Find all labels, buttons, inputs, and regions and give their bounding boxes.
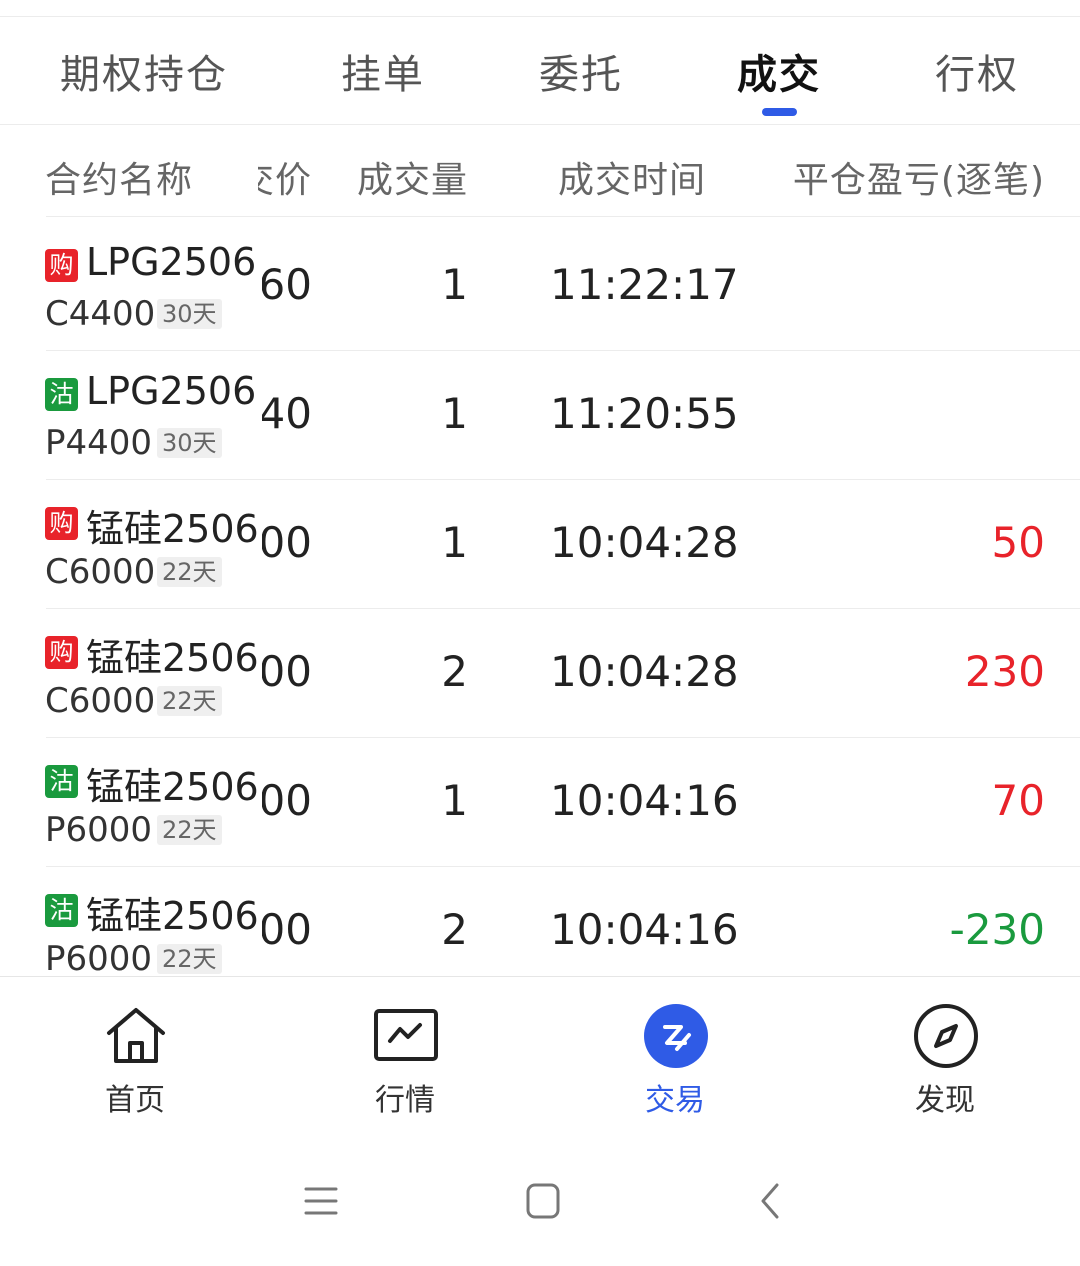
days-badge: 22天 [157,686,222,716]
home-icon [107,1008,165,1063]
put-badge: 沽 [45,894,78,927]
trade-price: 60 [262,260,312,309]
col-time[interactable]: 成交时间 [558,151,706,203]
nav-market[interactable]: 行情 [305,977,505,1137]
table-row[interactable]: 购 锰硅2506 C6000 22天 00 2 10:04:28 230 [0,609,1080,738]
tab-pending[interactable]: 挂单 [341,42,425,100]
trade-time: 10:04:16 [550,776,739,825]
col-price-clip: 成交价 [258,151,312,199]
nav-trade[interactable]: 交易 [575,977,775,1137]
close-pnl: 50 [991,518,1045,567]
close-pnl: 230 [964,647,1045,696]
price-clip: 00 [262,647,312,699]
put-badge: 沽 [45,765,78,798]
trade-qty: 1 [441,518,468,567]
days-badge: 30天 [157,428,222,458]
contract-name: LPG2506 [86,240,257,284]
trade-time: 10:04:28 [550,647,739,696]
nav-label: 行情 [375,1083,435,1118]
strike: C4400 [45,294,156,334]
price-clip: 00 [262,518,312,570]
strike: C6000 [45,552,156,592]
contract-name: 锰硅2506 [86,765,259,809]
strike: P6000 [45,939,153,976]
tab-bar: 期权持仓 挂单 委托 成交 行权 [0,20,1080,125]
menu-icon[interactable] [296,1181,346,1221]
back-icon[interactable] [745,1181,795,1221]
trade-time: 10:04:16 [550,905,739,954]
trade-time: 11:22:17 [550,260,739,309]
col-pnl[interactable]: 平仓盈亏(逐笔) [793,151,1045,203]
trade-qty: 2 [441,905,468,954]
call-badge: 购 [45,636,78,669]
price-clip: 60 [262,260,312,312]
days-badge: 22天 [157,944,222,974]
tab-positions[interactable]: 期权持仓 [60,42,228,100]
active-tab-indicator [762,108,797,116]
trade-list[interactable]: 购 LPG2506 C4400 30天 60 1 11:22:17 沽 LPG2… [0,222,1080,976]
close-pnl: 70 [991,776,1045,825]
contract-name: 锰硅2506 [86,636,259,680]
days-badge: 30天 [157,299,222,329]
bottom-nav: 首页 行情 交易 发现 [0,976,1080,1138]
tab-trades[interactable]: 成交 [737,42,821,100]
trade-price: 40 [262,389,312,438]
strike: C6000 [45,681,156,721]
trade-price: 00 [262,905,312,954]
close-pnl: -230 [949,905,1045,954]
days-badge: 22天 [157,557,222,587]
nav-home[interactable]: 首页 [35,977,235,1137]
strike: P6000 [45,810,153,850]
price-clip: 00 [262,776,312,828]
strike: P4400 [45,423,153,463]
nav-label: 首页 [105,1083,165,1118]
tab-orders[interactable]: 委托 [539,42,623,100]
system-nav-bar [0,1137,1080,1266]
nav-label: 交易 [645,1083,705,1118]
contract-name: LPG2506 [86,369,257,413]
call-badge: 购 [45,507,78,540]
trade-price: 00 [262,518,312,567]
column-header: 合约名称 成交价 成交量 成交时间 平仓盈亏(逐笔) [0,125,1080,218]
tab-exercise[interactable]: 行权 [935,42,1019,100]
chart-icon [374,1009,438,1061]
trade-qty: 1 [441,776,468,825]
col-qty[interactable]: 成交量 [357,151,468,203]
days-badge: 22天 [157,815,222,845]
compass-icon [914,1004,978,1068]
table-row[interactable]: 购 LPG2506 C4400 30天 60 1 11:22:17 [0,222,1080,351]
table-row[interactable]: 沽 锰硅2506 P6000 22天 00 1 10:04:16 70 [0,738,1080,867]
price-clip: 00 [262,905,312,957]
col-contract-name[interactable]: 合约名称 [45,151,193,203]
trade-icon [644,1004,708,1068]
home-square-icon[interactable] [518,1181,568,1221]
top-divider [0,16,1080,17]
header-divider [46,216,1080,217]
table-row[interactable]: 沽 LPG2506 P4400 30天 40 1 11:20:55 [0,351,1080,480]
col-price[interactable]: 成交价 [258,151,312,199]
trade-time: 11:20:55 [550,389,739,438]
contract-name: 锰硅2506 [86,507,259,551]
trade-qty: 1 [441,260,468,309]
trade-time: 10:04:28 [550,518,739,567]
nav-label: 发现 [915,1083,975,1118]
trade-qty: 2 [441,647,468,696]
price-clip: 40 [262,389,312,441]
table-row[interactable]: 购 锰硅2506 C6000 22天 00 1 10:04:28 50 [0,480,1080,609]
put-badge: 沽 [45,378,78,411]
trade-price: 00 [262,776,312,825]
call-badge: 购 [45,249,78,282]
trade-qty: 1 [441,389,468,438]
table-row[interactable]: 沽 锰硅2506 P6000 22天 00 2 10:04:16 -230 [0,867,1080,976]
nav-discover[interactable]: 发现 [845,977,1045,1137]
contract-name: 锰硅2506 [86,894,259,938]
trade-price: 00 [262,647,312,696]
